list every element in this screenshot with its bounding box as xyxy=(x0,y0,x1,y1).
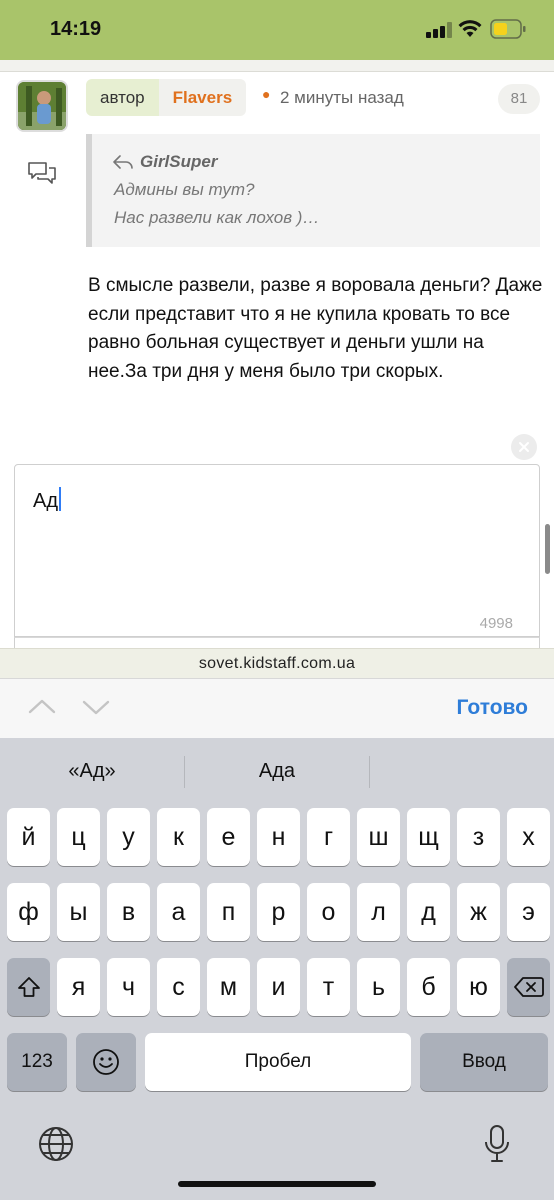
key-letter[interactable]: м xyxy=(207,958,250,1016)
home-indicator xyxy=(178,1181,376,1187)
key-letter[interactable]: в xyxy=(107,883,150,941)
url-bar[interactable]: sovet.kidstaff.com.ua xyxy=(0,648,554,678)
key-letter[interactable]: г xyxy=(307,808,350,866)
post-timestamp: 2 минуты назад xyxy=(280,88,404,107)
key-letter[interactable]: о xyxy=(307,883,350,941)
comment-icon[interactable] xyxy=(26,160,58,188)
shift-key[interactable] xyxy=(7,958,50,1016)
key-letter[interactable]: р xyxy=(257,883,300,941)
key-letter[interactable]: ч xyxy=(107,958,150,1016)
page-top-strip xyxy=(0,60,554,72)
key-letter[interactable]: ь xyxy=(357,958,400,1016)
key-letter[interactable]: т xyxy=(307,958,350,1016)
microphone-icon[interactable] xyxy=(484,1124,510,1164)
key-letter[interactable]: ф xyxy=(7,883,50,941)
emoji-key[interactable] xyxy=(76,1033,136,1091)
close-icon xyxy=(519,442,529,452)
author-name[interactable]: Flavers xyxy=(158,79,247,116)
scrollbar[interactable] xyxy=(545,524,550,574)
key-letter[interactable]: д xyxy=(407,883,450,941)
backspace-icon xyxy=(513,977,544,997)
globe-icon[interactable] xyxy=(38,1126,74,1162)
reply-textarea[interactable]: Ад 4998 xyxy=(14,464,540,637)
suggestion-divider xyxy=(369,756,370,788)
key-letter[interactable]: х xyxy=(507,808,550,866)
backspace-key[interactable] xyxy=(507,958,550,1016)
key-letter[interactable]: к xyxy=(157,808,200,866)
key-letter[interactable]: н xyxy=(257,808,300,866)
key-letter[interactable]: и xyxy=(257,958,300,1016)
close-button[interactable] xyxy=(511,434,537,460)
key-letter[interactable]: щ xyxy=(407,808,450,866)
char-counter: 4998 xyxy=(479,615,513,632)
url-text: sovet.kidstaff.com.ua xyxy=(198,655,356,672)
key-letter[interactable]: п xyxy=(207,883,250,941)
wifi-icon xyxy=(458,20,482,37)
quote-block: GirlSuper Админы вы тут? Нас развели как… xyxy=(86,134,540,247)
key-letter[interactable]: я xyxy=(57,958,100,1016)
quote-line: Нас развели как лохов )… xyxy=(114,208,320,227)
keyboard-accessory-bar: Готово xyxy=(0,678,554,738)
key-letter[interactable]: й xyxy=(7,808,50,866)
key-letter[interactable]: ш xyxy=(357,808,400,866)
return-key[interactable]: Ввод xyxy=(420,1033,548,1091)
post-number[interactable]: 81 xyxy=(498,84,540,114)
battery-icon xyxy=(490,19,526,39)
key-letter[interactable]: з xyxy=(457,808,500,866)
key-letter[interactable]: б xyxy=(407,958,450,1016)
status-bar: 14:19 xyxy=(0,0,554,60)
key-letter[interactable]: у xyxy=(107,808,150,866)
reply-text: Ад xyxy=(33,490,59,512)
status-time: 14:19 xyxy=(50,18,102,40)
keyboard: «Ад» Ада й ц у к е н г ш щ з х ф ы в а п… xyxy=(0,738,554,1200)
signal-icon xyxy=(426,22,452,38)
author-label: автор xyxy=(86,79,159,116)
suggestion-1[interactable]: «Ад» xyxy=(0,760,184,783)
key-letter[interactable]: а xyxy=(157,883,200,941)
text-caret xyxy=(59,487,62,511)
key-letter[interactable]: е xyxy=(207,808,250,866)
space-key[interactable]: Пробел xyxy=(145,1033,411,1091)
done-button[interactable]: Готово xyxy=(457,696,528,720)
avatar[interactable] xyxy=(16,80,68,132)
chevron-down-icon[interactable] xyxy=(82,699,110,717)
numbers-key[interactable]: 123 xyxy=(7,1033,67,1091)
quote-line: Админы вы тут? xyxy=(114,180,255,199)
shift-icon xyxy=(17,977,40,997)
key-letter[interactable]: ж xyxy=(457,883,500,941)
key-letter[interactable]: э xyxy=(507,883,550,941)
separator-dot: ● xyxy=(262,86,271,102)
author-badge[interactable]: автор Flavers xyxy=(86,79,247,116)
reply-icon xyxy=(113,155,133,169)
emoji-icon xyxy=(93,1049,119,1075)
key-letter[interactable]: ю xyxy=(457,958,500,1016)
key-letter[interactable]: л xyxy=(357,883,400,941)
key-letter[interactable]: ы xyxy=(57,883,100,941)
avatar-image xyxy=(18,82,66,130)
chevron-up-icon[interactable] xyxy=(28,697,56,715)
key-letter[interactable]: с xyxy=(157,958,200,1016)
key-letter[interactable]: ц xyxy=(57,808,100,866)
suggestion-2[interactable]: Ада xyxy=(185,760,369,783)
post-body: В смысле развели, разве я воровала деньг… xyxy=(88,275,543,382)
quote-author: GirlSuper xyxy=(140,152,218,171)
